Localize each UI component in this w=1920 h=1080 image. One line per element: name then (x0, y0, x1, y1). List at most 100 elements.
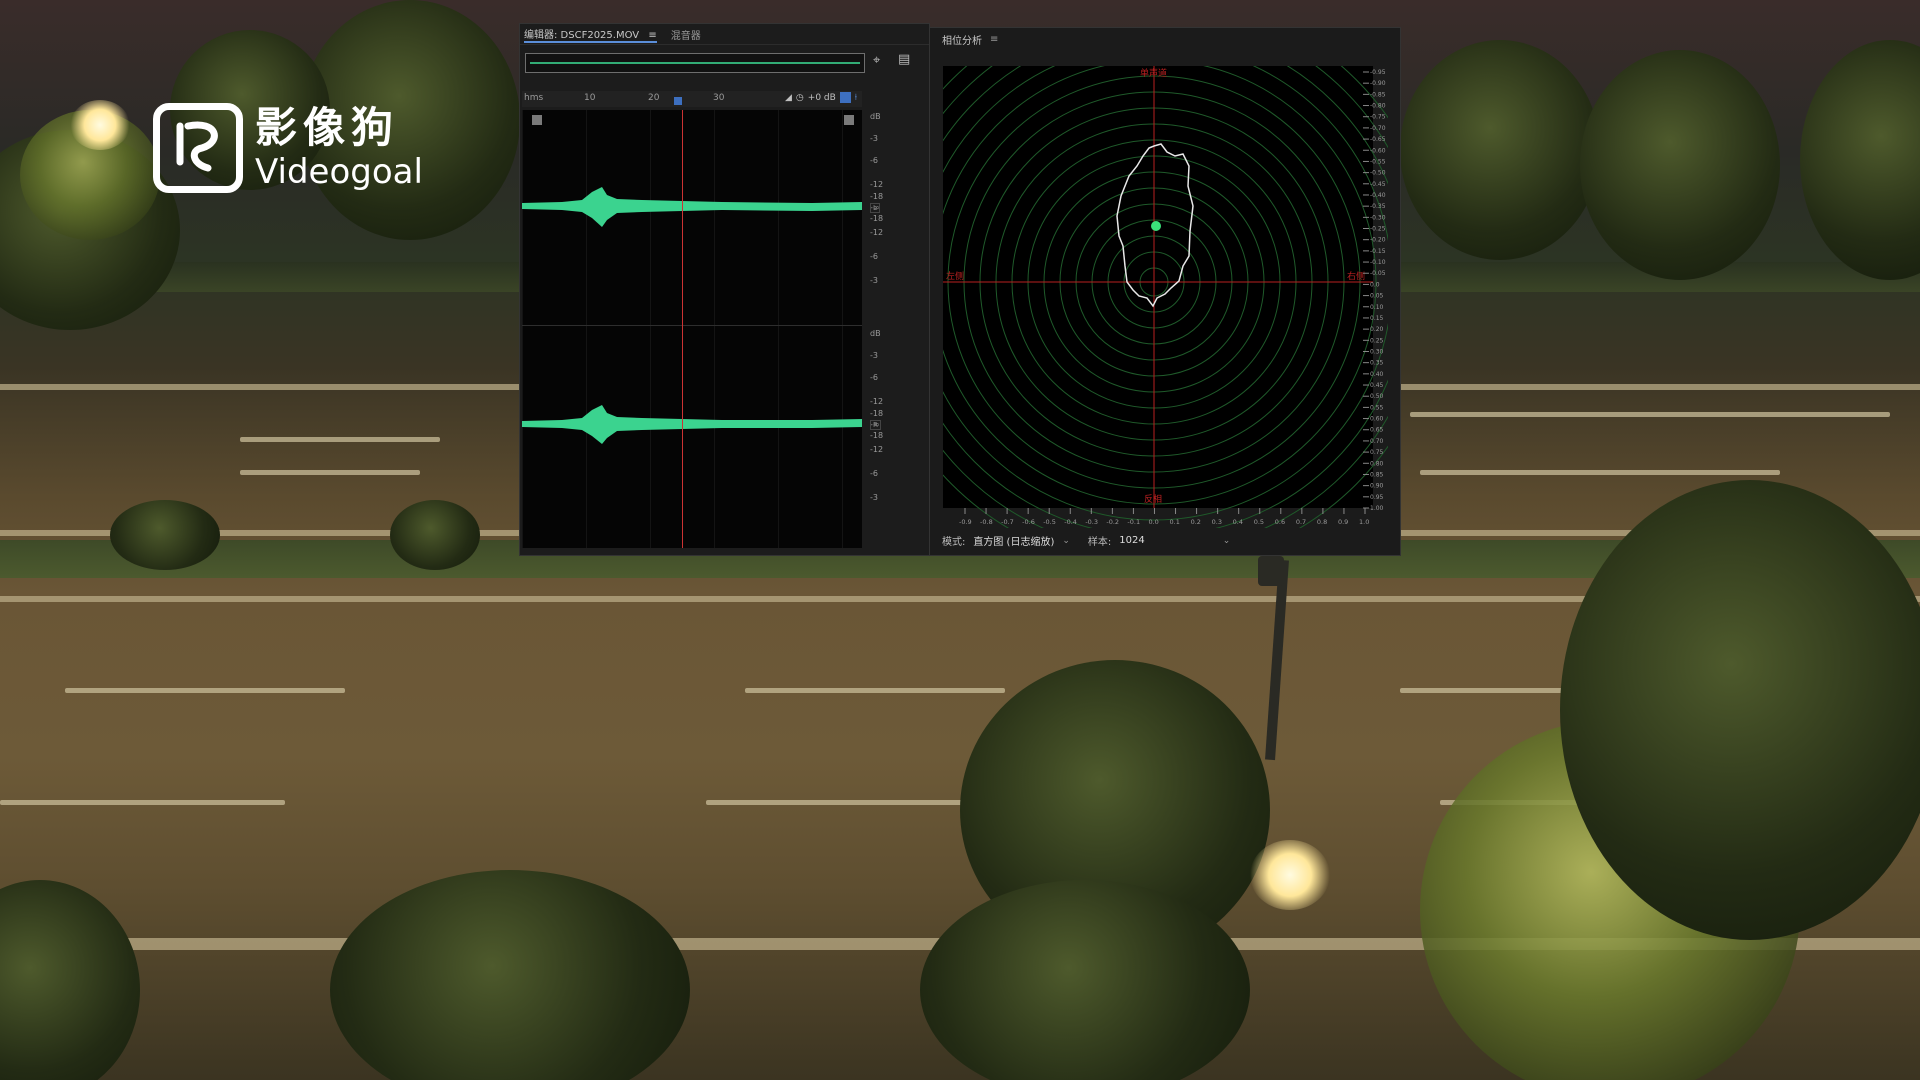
right-scale-label: 0.75 (1370, 449, 1384, 456)
db-label: -3 (870, 351, 878, 360)
db-label: -3 (870, 134, 878, 143)
ruler-tick: 20 (648, 93, 660, 103)
sample-label: 样本: (1087, 537, 1112, 548)
gain-label: +0 dB (807, 92, 836, 103)
right-scale-label: 0.30 (1370, 348, 1384, 355)
db-label: dB (870, 329, 881, 338)
ruler-controls: ◢ ◷ +0 dB ⍿ (785, 92, 857, 103)
right-scale-label: -0.10 (1370, 259, 1386, 266)
fade-in-handle[interactable] (532, 115, 542, 125)
bush (390, 500, 480, 570)
bottom-scale-label: 0.5 (1254, 518, 1264, 526)
chevron-down-icon[interactable]: ⌄ (1223, 536, 1231, 546)
bottom-scale-label: -0.6 (1022, 518, 1035, 526)
phase-panel-title: 相位分析 (942, 35, 982, 47)
lane-marking (1410, 412, 1890, 417)
db-label: -6 (870, 252, 878, 261)
bottom-scale-label: -0.4 (1064, 518, 1077, 526)
lane-marking (1420, 470, 1780, 475)
right-scale-label: -0.60 (1370, 147, 1386, 154)
logo-cn-text: 影像狗 (255, 103, 400, 152)
right-scale-label: 0.95 (1370, 494, 1384, 501)
snap-icon[interactable] (839, 92, 851, 103)
logo-en-text: Videogoal (255, 152, 423, 192)
right-scale-label: -0.45 (1370, 181, 1386, 188)
tab-mixer[interactable]: 混音器 (671, 27, 701, 42)
bush (110, 500, 220, 570)
bottom-scale-label: 0.1 (1170, 518, 1180, 526)
bottom-scale-label: -0.1 (1127, 518, 1140, 526)
db-label: -18 (870, 192, 884, 201)
tree (330, 870, 690, 1080)
right-scale-label: 0.80 (1370, 460, 1384, 467)
db-label: -6 (870, 373, 878, 382)
meter-icon[interactable]: ◢ (785, 93, 792, 103)
label-bottom: 反相 (1144, 493, 1162, 505)
db-label: -18 (870, 431, 884, 440)
bottom-scale-label: 0.0 (1148, 518, 1158, 526)
right-scale-label: -0.80 (1370, 103, 1386, 110)
phase-panel-header: 相位分析 ≡ (930, 28, 1400, 50)
bottom-scale-label: -0.3 (1085, 518, 1098, 526)
phase-footer: 模式: 直方图 (日志缩放) ⌄ 样本: 1024 ⌄ (942, 533, 1230, 548)
playhead-line[interactable] (682, 110, 683, 548)
right-scale-label: 0.60 (1370, 416, 1384, 423)
playhead-handle[interactable] (674, 97, 682, 105)
waveform-svg (522, 187, 862, 444)
fade-out-handle[interactable] (844, 115, 854, 125)
right-scale-label: 0.05 (1370, 293, 1384, 300)
editor-panel: 编辑器: DSCF2025.MOV ≡ 混音器 ⌖ ▤ hms 10 20 30… (519, 23, 930, 556)
bottom-scale-label: -0.9 (959, 518, 972, 526)
db-label: -12 (870, 397, 884, 406)
bottom-scale-label: -0.7 (1001, 518, 1014, 526)
bottom-scale-label: 0.9 (1338, 518, 1348, 526)
right-scale-label: -0.50 (1370, 170, 1386, 177)
right-scale-label: -0.40 (1370, 192, 1386, 199)
db-label: -18 (870, 214, 884, 223)
db-label: -3 (870, 493, 878, 502)
right-scale-label: 0.15 (1370, 315, 1384, 322)
tab-editor[interactable]: 编辑器: DSCF2025.MOV ≡ (524, 26, 657, 43)
right-scale-label: 0.90 (1370, 483, 1384, 490)
right-scale-label: -0.15 (1370, 248, 1386, 255)
waveform-right-channel (522, 405, 862, 444)
db-label: -6 (870, 469, 878, 478)
sample-select[interactable]: 1024 (1119, 535, 1144, 546)
lane-marking (706, 800, 996, 805)
right-scale-label: -0.30 (1370, 214, 1386, 221)
waveform-display[interactable] (522, 110, 862, 548)
lamp-pole (1265, 559, 1289, 761)
right-scale-label: -0.95 (1370, 69, 1386, 76)
tab-menu-icon[interactable]: ≡ (648, 30, 656, 41)
channel-r-label: R (870, 420, 881, 430)
ruler-unit: hms (524, 93, 544, 103)
bottom-scale-label: 0.3 (1212, 518, 1222, 526)
db-label: dB (870, 112, 881, 121)
mode-select[interactable]: 直方图 (日志缩放) (973, 533, 1054, 548)
right-scale-label: 0.70 (1370, 438, 1384, 445)
marker-icon[interactable]: ⍿ (855, 93, 857, 103)
overview-waveform[interactable] (525, 53, 865, 73)
bottom-scale-label: 0.7 (1296, 518, 1306, 526)
chevron-down-icon[interactable]: ⌄ (1062, 536, 1070, 546)
tree (1560, 480, 1920, 940)
bottom-scale-label: 0.6 (1275, 518, 1285, 526)
zoom-icon[interactable]: ⌖ (873, 53, 880, 68)
right-scale-label: -0.55 (1370, 158, 1386, 165)
view-menu-icon[interactable]: ▤ (898, 52, 910, 67)
lane-marking (240, 470, 420, 475)
bottom-scale-label: 0.4 (1233, 518, 1243, 526)
channel-l-label: L (870, 203, 880, 213)
lane-marking (65, 688, 345, 693)
right-scale-label: 0.55 (1370, 404, 1384, 411)
bottom-scale-label: -0.2 (1106, 518, 1119, 526)
db-label: -18 (870, 409, 884, 418)
phase-menu-icon[interactable]: ≡ (990, 34, 998, 45)
right-scale-label: -0.85 (1370, 91, 1386, 98)
lane-marking (240, 437, 440, 442)
db-label: -12 (870, 180, 884, 189)
right-scale-label: 0.10 (1370, 304, 1384, 311)
right-scale-label: -0.70 (1370, 125, 1386, 132)
right-scale-label: 0.65 (1370, 427, 1384, 434)
gain-knob-icon[interactable]: ◷ (796, 93, 804, 103)
